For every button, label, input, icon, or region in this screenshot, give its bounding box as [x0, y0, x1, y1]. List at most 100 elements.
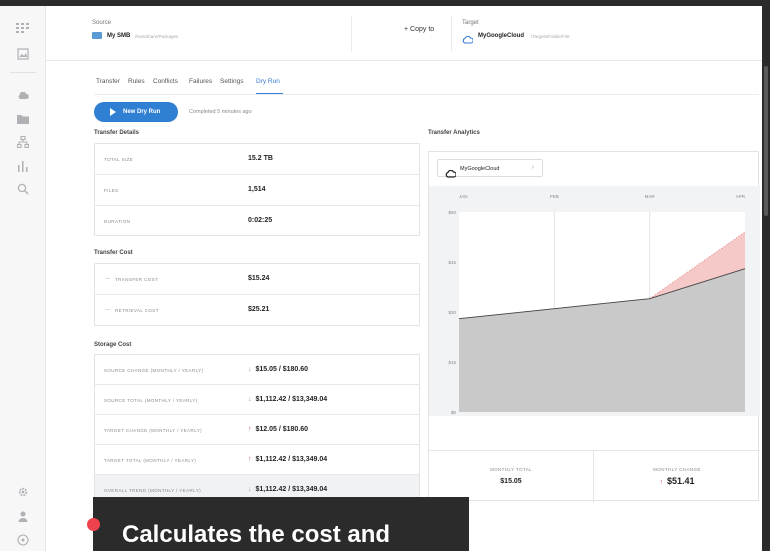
cloud-icon[interactable]: [15, 88, 31, 104]
tab-conflicts[interactable]: Conflicts: [153, 78, 178, 85]
detail-row: FILES 1,514: [95, 175, 419, 206]
caption-text: Calculates the cost and: [122, 521, 391, 548]
storage-cost-panel: SOURCE CHANGE (MONTHLY / YEARLY) ↓ $15.05…: [94, 354, 420, 502]
folder-icon[interactable]: [15, 111, 31, 127]
smb-drive-icon: [92, 32, 102, 39]
arrow-down-icon: ↓: [248, 396, 252, 403]
detail-label: FILES: [104, 188, 119, 193]
storage-value: $1,112.42 / $13,349.04: [255, 456, 328, 463]
detail-row: TOTAL SIZE 15.2 TB: [95, 144, 419, 175]
source-target-header: Source My SMB /NewShare/Packages + Copy …: [46, 6, 762, 61]
x-tick-label: JAN: [459, 194, 468, 199]
new-dry-run-button[interactable]: New Dry Run: [94, 102, 178, 122]
monthly-total-value: $15.05: [500, 478, 522, 485]
detail-value: 1,514: [248, 186, 266, 193]
detail-value: 0:02:25: [248, 217, 273, 224]
storage-value: $1,112.42 / $13,349.04: [255, 486, 328, 493]
detail-label: TOTAL SIZE: [104, 157, 134, 162]
source-label: Source: [92, 20, 112, 26]
cost-row: — TRANSFER COST $15.24: [95, 264, 419, 295]
analytics-chart: JAN FEB MAR APR $60 $45 $30 $15 $0: [429, 186, 760, 416]
x-tick-label: APR: [736, 194, 746, 199]
arrow-up-icon: ↑: [659, 479, 663, 486]
tab-dry-run[interactable]: Dry Run: [256, 78, 280, 85]
detail-value: 15.2 TB: [248, 155, 273, 162]
analytics-footer: MONTHLY TOTAL $15.05 MONTHLY CHANGE ↑ $51…: [429, 450, 760, 503]
storage-value: $15.05 / $180.60: [255, 366, 309, 373]
header-divider: [451, 16, 452, 52]
arrow-up-icon: ↑: [248, 426, 252, 433]
completed-status: Completed 5 minutes ago: [189, 109, 252, 115]
storage-label: TARGET CHANGE (MONTHLY / YEARLY): [104, 428, 203, 433]
play-icon: [110, 108, 116, 116]
caption-box: Calculates the cost and: [87, 497, 469, 551]
copy-to-label: Copy to: [410, 26, 435, 33]
hierarchy-icon[interactable]: [15, 134, 31, 150]
gear-icon[interactable]: [15, 484, 31, 500]
tab-settings[interactable]: Settings: [220, 78, 244, 85]
transfer-cost-title: Transfer Cost: [94, 250, 133, 256]
storage-label: OVERALL TREND (MONTHLY / YEARLY): [104, 488, 201, 493]
target-select[interactable]: MyGoogleCloud ›: [437, 159, 543, 178]
monthly-change-label: MONTHLY CHANGE: [653, 467, 701, 472]
storage-value: $12.05 / $180.60: [255, 426, 309, 433]
storage-label: TARGET TOTAL (MONTHLY / YEARLY): [104, 458, 197, 463]
transfer-analytics-title: Transfer Analytics: [428, 130, 480, 136]
monthly-change-value: $51.41: [666, 476, 695, 486]
storage-label: SOURCE CHANGE (MONTHLY / YEARLY): [104, 368, 204, 373]
scrollbar[interactable]: [762, 6, 770, 551]
new-dry-run-label: New Dry Run: [123, 109, 161, 115]
y-tick-label: $30: [448, 310, 456, 315]
storage-row: TARGET CHANGE (MONTHLY / YEARLY) ↑ $12.05…: [95, 415, 419, 445]
chevron-right-icon: ›: [531, 164, 534, 171]
y-tick-label: $0: [451, 410, 457, 415]
help-icon[interactable]: [15, 532, 31, 548]
search-icon[interactable]: [15, 181, 31, 197]
scrollbar-thumb[interactable]: [764, 66, 768, 216]
record-dot-icon: [87, 518, 100, 531]
tab-failures[interactable]: Failures: [189, 78, 212, 85]
tab-transfer[interactable]: Transfer: [96, 78, 120, 85]
cost-label: RETRIEVAL COST: [115, 308, 159, 313]
transfer-details-panel: TOTAL SIZE 15.2 TB FILES 1,514 DURATION …: [94, 143, 420, 236]
storage-row: SOURCE TOTAL (MONTHLY / YEARLY) ↓ $1,112.…: [95, 385, 419, 415]
storage-value: $1,112.42 / $13,349.04: [255, 396, 328, 403]
transfer-details-title: Transfer Details: [94, 130, 140, 136]
target-path: /Targets/Folder/File: [531, 34, 570, 39]
cost-value: $15.24: [248, 275, 270, 282]
target-name[interactable]: MyGoogleCloud: [478, 33, 524, 39]
chart-svg: JAN FEB MAR APR $60 $45 $30 $15 $0: [448, 194, 746, 415]
detail-label: DURATION: [104, 219, 131, 224]
x-tick-label: FEB: [550, 194, 559, 199]
app-window: Source My SMB /NewShare/Packages + Copy …: [0, 6, 762, 551]
grid-icon[interactable]: [15, 20, 31, 36]
arrow-down-icon: ↓: [248, 366, 252, 373]
y-tick-label: $60: [448, 210, 456, 215]
tab-rules[interactable]: Rules: [128, 78, 145, 85]
transfer-cost-panel: — TRANSFER COST $15.24 — RETRIEVAL COST …: [94, 263, 420, 326]
detail-row: DURATION 0:02:25: [95, 206, 419, 237]
cost-label: TRANSFER COST: [115, 277, 159, 282]
target-label: Target: [462, 20, 479, 26]
minus-icon: —: [105, 276, 110, 282]
header-divider: [351, 16, 352, 52]
cloud-icon: [445, 165, 457, 183]
x-tick-label: MAR: [645, 194, 656, 199]
user-icon[interactable]: [15, 508, 31, 524]
minus-icon: —: [105, 307, 110, 313]
storage-label: SOURCE TOTAL (MONTHLY / YEARLY): [104, 398, 198, 403]
storage-row: TARGET TOTAL (MONTHLY / YEARLY) ↑ $1,112.…: [95, 445, 419, 475]
image-icon[interactable]: [15, 46, 31, 62]
chart-icon[interactable]: [15, 158, 31, 174]
source-name[interactable]: My SMB: [107, 33, 130, 39]
storage-row: SOURCE CHANGE (MONTHLY / YEARLY) ↓ $15.05…: [95, 355, 419, 385]
source-path: /NewShare/Packages: [135, 34, 179, 39]
cost-row: — RETRIEVAL COST $25.21: [95, 295, 419, 327]
monthly-change-cell: MONTHLY CHANGE ↑ $51.41: [594, 451, 760, 503]
cloud-icon: [462, 31, 474, 49]
arrow-up-icon: ↑: [248, 456, 252, 463]
rail-divider: [10, 72, 36, 73]
copy-to-button[interactable]: + Copy to: [404, 26, 434, 33]
cost-value: $25.21: [248, 306, 270, 313]
storage-cost-title: Storage Cost: [94, 342, 132, 348]
